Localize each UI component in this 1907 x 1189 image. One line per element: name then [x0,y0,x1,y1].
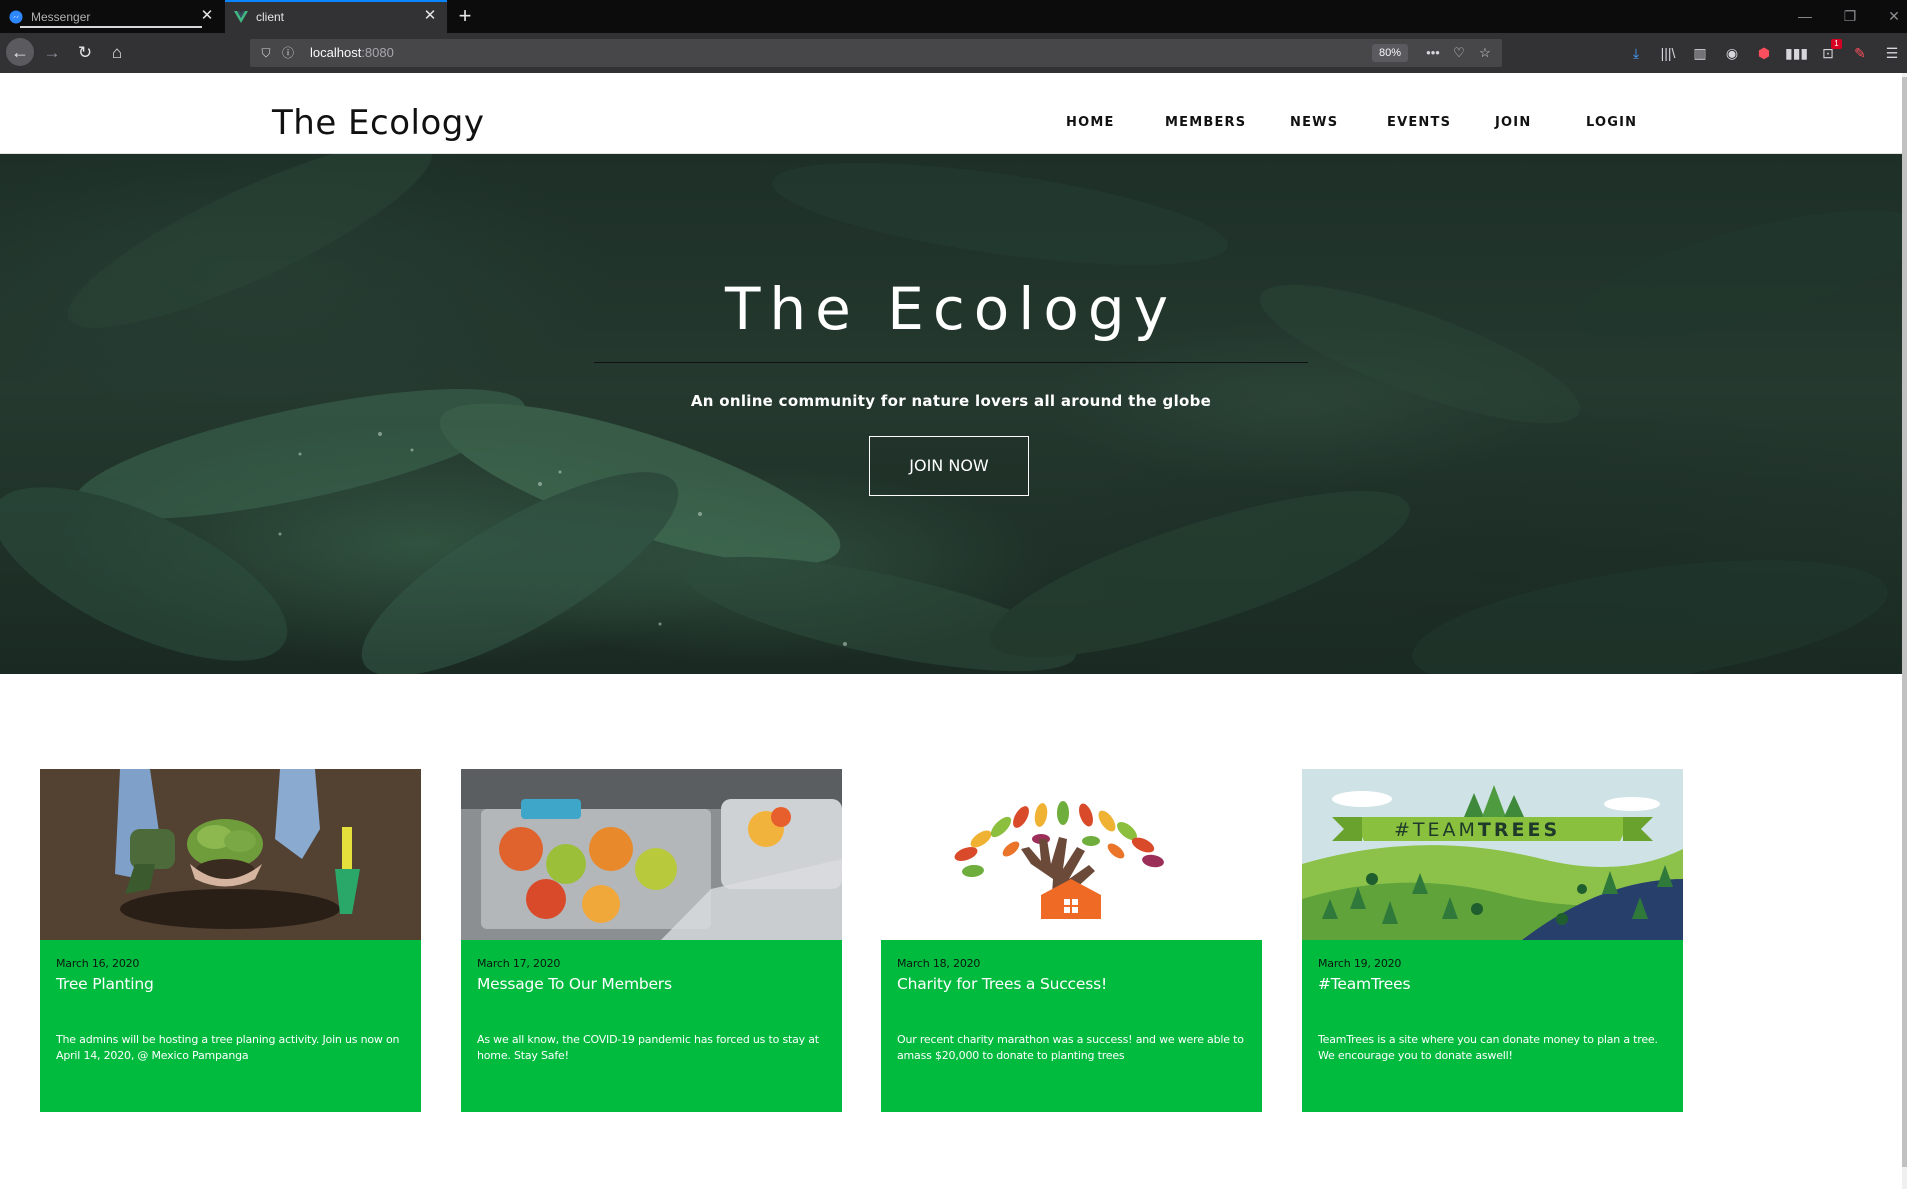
hero-title: The Ecology [724,275,1178,343]
card-date: March 16, 2020 [56,957,140,970]
pen-extension-icon[interactable]: ✎ [1849,42,1871,64]
page-scrollbar[interactable] [1902,73,1907,1189]
reload-button[interactable]: ↻ [73,41,97,65]
teamtrees-bold-text: TREES [1478,819,1560,841]
nav-login[interactable]: LOGIN [1586,115,1637,130]
card-title[interactable]: Tree Planting [56,975,154,993]
barcode-extension-icon[interactable]: ▮▮▮ [1785,42,1808,64]
messenger-icon [9,10,23,23]
card-date: March 19, 2020 [1318,957,1402,970]
card-image-charity [881,769,1262,940]
page-viewport: The Ecology HOME MEMBERS NEWS EVENTS JOI… [0,73,1907,1189]
ublock-icon[interactable]: ⬢ [1753,42,1775,64]
card-text: The admins will be hosting a tree planin… [56,1033,400,1062]
downloads-icon[interactable]: ⤓ [1625,42,1647,64]
tab-underline [20,26,202,28]
card-title[interactable]: Charity for Trees a Success! [897,975,1107,993]
card-title[interactable]: #TeamTrees [1318,975,1411,993]
tree-charity-logo [881,769,1262,940]
seedling-photo [40,769,421,940]
active-tab-indicator [225,0,447,2]
page-actions-icon[interactable]: ••• [1424,44,1442,62]
vue-icon [234,10,248,23]
card-body: March 18, 2020 Charity for Trees a Succe… [881,940,1262,1112]
extension-badge-icon[interactable]: ⊡ 1 [1817,39,1842,64]
zoom-level-badge[interactable]: 80% [1371,44,1408,62]
notification-badge: 1 [1831,39,1842,49]
sidebar-icon[interactable]: ▥ [1689,42,1711,64]
card-text: TeamTrees is a site where you can donate… [1318,1033,1658,1062]
navigation-toolbar: ← → ↻ ⌂ ⛉ ⓘ localhost:8080 80% ••• ♡ ☆ ⤓… [0,33,1907,73]
news-card[interactable]: March 18, 2020 Charity for Trees a Succe… [881,769,1262,1112]
news-card[interactable]: #TEAMTREES March 19, 2020 #TeamTrees Tea… [1302,769,1683,1112]
restore-icon[interactable]: ❐ [1840,6,1860,26]
card-body: March 16, 2020 Tree Planting The admins … [40,940,421,1112]
shield-icon[interactable]: ⛉ [258,45,274,61]
news-card[interactable]: March 16, 2020 Tree Planting The admins … [40,769,421,1112]
nav-news[interactable]: NEWS [1290,115,1338,130]
pocket-icon[interactable]: ♡ [1450,44,1468,62]
leaves-background-image [0,154,1902,674]
card-text: Our recent charity marathon was a succes… [897,1033,1244,1062]
forward-button[interactable]: → [40,41,64,65]
close-tab-icon[interactable]: ✕ [199,8,215,24]
menu-icon[interactable]: ☰ [1881,42,1903,64]
join-now-button[interactable]: JOIN NOW [869,436,1029,496]
library-icon[interactable]: |||\ [1657,42,1679,64]
close-tab-icon[interactable]: ✕ [422,8,438,24]
home-button[interactable]: ⌂ [105,41,129,65]
card-body: March 19, 2020 #TeamTrees TeamTrees is a… [1302,940,1683,1112]
nav-home[interactable]: HOME [1066,115,1115,130]
hero-divider [594,362,1308,363]
svg-text:#TEAMTREES: #TEAMTREES [1394,819,1560,841]
new-tab-button[interactable]: + [452,4,478,30]
card-text: As we all know, the COVID-19 pandemic ha… [477,1033,819,1062]
card-image-teamtrees: #TEAMTREES [1302,769,1683,940]
card-image-food [461,769,842,940]
card-date: March 17, 2020 [477,957,561,970]
nav-members[interactable]: MEMBERS [1165,115,1246,130]
site-logo[interactable]: The Ecology [272,103,484,143]
account-icon[interactable]: ◉ [1721,42,1743,64]
tab-messenger[interactable]: Messenger ✕ [0,0,224,33]
bookmark-star-icon[interactable]: ☆ [1476,44,1494,62]
tab-title: client [256,9,285,24]
nav-events[interactable]: EVENTS [1387,115,1451,130]
site-header: The Ecology HOME MEMBERS NEWS EVENTS JOI… [0,73,1902,154]
tab-client[interactable]: client ✕ [225,0,447,33]
url-bar[interactable]: ⛉ ⓘ localhost:8080 80% ••• ♡ ☆ [250,39,1502,67]
news-card[interactable]: March 17, 2020 Message To Our Members As… [461,769,842,1112]
hero-banner: The Ecology An online community for natu… [0,154,1902,674]
card-date: March 18, 2020 [897,957,981,970]
hero-subtitle: An online community for nature lovers al… [690,392,1212,410]
card-image-planting [40,769,421,940]
close-window-icon[interactable]: ✕ [1884,6,1904,26]
info-icon[interactable]: ⓘ [280,45,296,61]
scrollbar-thumb[interactable] [1902,77,1907,1167]
nav-join[interactable]: JOIN [1495,115,1531,130]
back-button[interactable]: ← [6,38,34,66]
url-text[interactable]: localhost:8080 [310,45,394,60]
teamtrees-hash-text: #TEAM [1394,819,1478,841]
news-section: March 16, 2020 Tree Planting The admins … [0,674,1902,1189]
minimize-icon[interactable]: — [1795,6,1815,26]
food-tray-photo [461,769,842,940]
teamtrees-banner-image: #TEAMTREES [1302,769,1683,940]
tab-title: Messenger [31,9,91,24]
card-title[interactable]: Message To Our Members [477,975,672,993]
tab-bar: Messenger ✕ client ✕ + — ❐ ✕ [0,0,1907,33]
card-body: March 17, 2020 Message To Our Members As… [461,940,842,1112]
